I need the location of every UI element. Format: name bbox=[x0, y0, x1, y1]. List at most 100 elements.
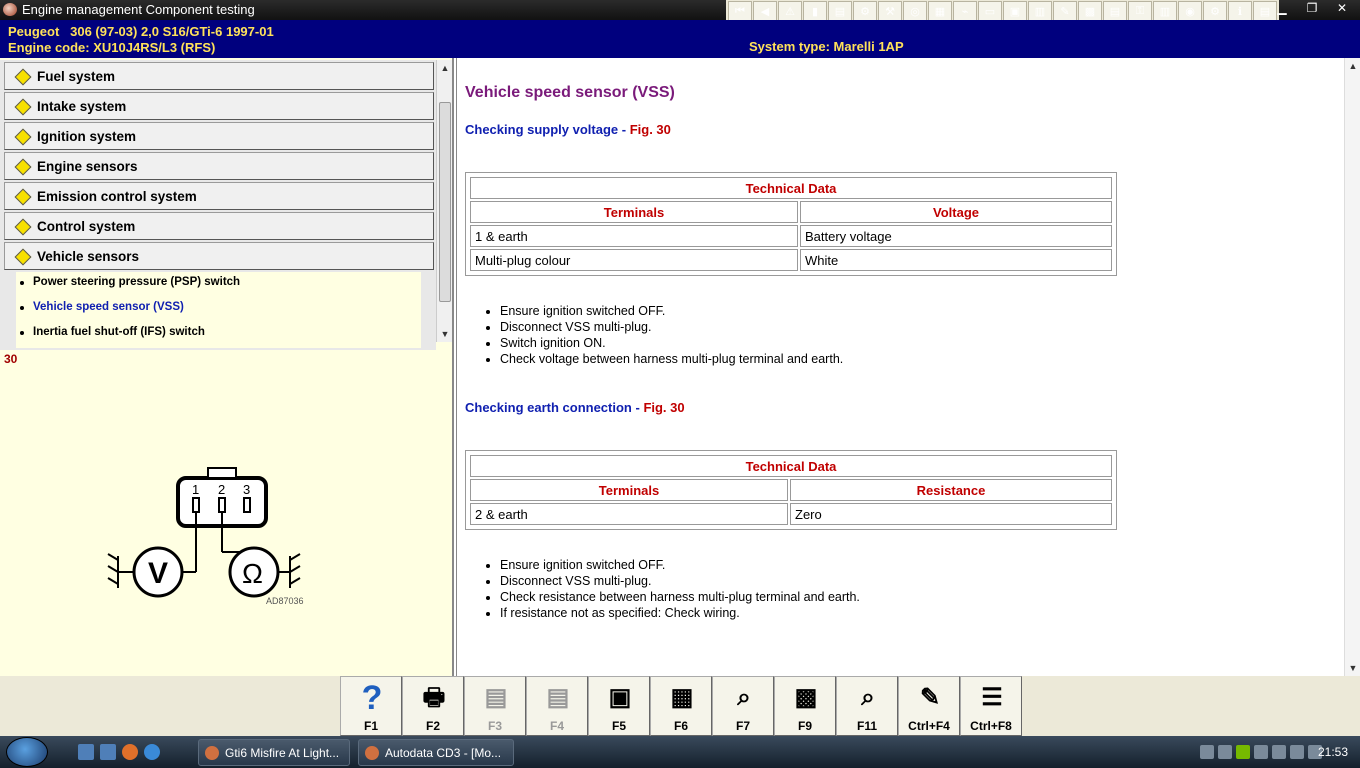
left-pane: Fuel system Intake system Ignition system E… bbox=[0, 58, 454, 676]
fkey-button[interactable]: ▣ F5 bbox=[588, 676, 650, 736]
connector-icon: ▦ bbox=[670, 684, 694, 711]
ecu-icon[interactable]: ▤ bbox=[1103, 1, 1127, 21]
nav-item[interactable]: Vehicle sensors bbox=[4, 242, 434, 270]
fuse-icon[interactable]: ▥ bbox=[1153, 1, 1177, 21]
column-header: Voltage bbox=[800, 201, 1112, 223]
fkey-label: Ctrl+F4 bbox=[908, 719, 950, 733]
engine-icon[interactable]: ▣ bbox=[1003, 1, 1027, 21]
key-icon[interactable]: ⚿ bbox=[1128, 1, 1152, 21]
fkey-button[interactable]: ▤ F3 bbox=[464, 676, 526, 736]
start-button[interactable] bbox=[6, 737, 48, 767]
print-setup-icon: ▤ bbox=[546, 684, 570, 711]
tray-app-icon[interactable] bbox=[1200, 745, 1214, 759]
relay-icon[interactable]: ▩ bbox=[1078, 1, 1102, 21]
nav-item[interactable]: Fuel system bbox=[4, 62, 434, 90]
taskbar-button-browser[interactable]: Gti6 Misfire At Light... bbox=[198, 739, 350, 766]
tools-icon[interactable]: ⚒ bbox=[878, 1, 902, 21]
first-icon[interactable]: ⏮ bbox=[728, 1, 752, 21]
fkey-label: F3 bbox=[487, 719, 502, 733]
table-cell: White bbox=[800, 249, 1112, 271]
content-title: Vehicle speed sensor (VSS) bbox=[465, 84, 675, 101]
warning-icon[interactable]: ⚠ bbox=[778, 1, 802, 21]
car-icon[interactable]: ▥ bbox=[1028, 1, 1052, 21]
zoom-icon: ⌕ bbox=[737, 684, 751, 711]
fkey-button[interactable]: ⌕ F11 bbox=[836, 676, 898, 736]
restore-icon[interactable]: ❐ bbox=[1298, 0, 1326, 16]
arrow-icon bbox=[14, 188, 32, 206]
chart-icon[interactable]: ▦ bbox=[928, 1, 952, 21]
firefox-icon[interactable] bbox=[122, 744, 138, 760]
tech-data-table: Technical Data Terminals Resistance 2 & e… bbox=[465, 450, 1117, 530]
gear-icon[interactable]: ⚙ bbox=[853, 1, 877, 21]
fkey-button[interactable]: ▤ F4 bbox=[526, 676, 588, 736]
sub-nav-item[interactable]: Inertia fuel shut-off (IFS) switch bbox=[16, 322, 421, 344]
tech-data-table: Technical Data Terminals Voltage 1 & eart… bbox=[465, 172, 1117, 276]
volume-icon[interactable] bbox=[1290, 745, 1304, 759]
list-item: Ensure ignition switched OFF. bbox=[500, 558, 860, 574]
fkey-button[interactable]: ▩ F9 bbox=[774, 676, 836, 736]
list-icon: ☰ bbox=[981, 684, 1003, 711]
window-title: Engine management Component testing bbox=[22, 2, 255, 17]
fkey-button[interactable]: ✎ Ctrl+F4 bbox=[898, 676, 960, 736]
close-icon[interactable]: ✕ bbox=[1328, 0, 1356, 16]
quick-launch bbox=[78, 744, 160, 760]
explorer-icon[interactable] bbox=[100, 744, 116, 760]
scroll-thumb[interactable] bbox=[439, 102, 451, 302]
fkey-label: F4 bbox=[549, 719, 564, 733]
settings-icon[interactable]: ⚙ bbox=[1203, 1, 1227, 21]
nav-item[interactable]: Ignition system bbox=[4, 122, 434, 150]
taskbar-button-autodata[interactable]: Autodata CD3 - [Mo... bbox=[358, 739, 514, 766]
fkey-button[interactable]: ? F1 bbox=[340, 676, 402, 736]
pen-icon[interactable]: ✎ bbox=[1053, 1, 1077, 21]
pin-label: 2 bbox=[218, 482, 225, 497]
battery-icon[interactable]: ▭ bbox=[978, 1, 1002, 21]
figure-code: AD87036 bbox=[266, 596, 304, 606]
desktop-icon[interactable] bbox=[78, 744, 94, 760]
info-icon[interactable]: ℹ bbox=[1228, 1, 1252, 21]
arrow-icon bbox=[14, 68, 32, 86]
book-icon[interactable]: ▮ bbox=[803, 1, 827, 21]
sub-nav-item[interactable]: Vehicle speed sensor (VSS) bbox=[16, 297, 421, 319]
wiring-icon[interactable]: ⌁ bbox=[953, 1, 977, 21]
nav-item[interactable]: Intake system bbox=[4, 92, 434, 120]
fkey-button[interactable]: ▦ F6 bbox=[650, 676, 712, 736]
prev-icon[interactable]: ◀ bbox=[753, 1, 777, 21]
system-type: System type: Marelli 1AP bbox=[749, 39, 904, 54]
figure-link[interactable]: Fig. 30 bbox=[630, 122, 671, 137]
scroll-up-icon[interactable]: ▲ bbox=[1345, 58, 1360, 74]
service-icon[interactable]: ▤ bbox=[828, 1, 852, 21]
table-cell: Multi-plug colour bbox=[470, 249, 798, 271]
nav-item[interactable]: Emission control system bbox=[4, 182, 434, 210]
content-scrollbar[interactable]: ▲ ▼ bbox=[1344, 58, 1360, 676]
disc-icon[interactable]: ◎ bbox=[903, 1, 927, 21]
nav-item[interactable]: Control system bbox=[4, 212, 434, 240]
ie-icon[interactable] bbox=[144, 744, 160, 760]
fkey-label: Ctrl+F8 bbox=[970, 719, 1012, 733]
scroll-up-icon[interactable]: ▲ bbox=[437, 60, 453, 76]
tray-app-icon[interactable] bbox=[1254, 745, 1268, 759]
nav-item[interactable]: Engine sensors bbox=[4, 152, 434, 180]
sub-nav-item[interactable]: Power steering pressure (PSP) switch bbox=[16, 272, 421, 294]
tyre-icon[interactable]: ◉ bbox=[1178, 1, 1202, 21]
bullet-icon bbox=[20, 331, 24, 335]
tray-app-icon[interactable] bbox=[1218, 745, 1232, 759]
clock[interactable]: 21:53 bbox=[1318, 745, 1348, 759]
scroll-down-icon[interactable]: ▼ bbox=[437, 326, 453, 342]
table-cell: Zero bbox=[790, 503, 1112, 525]
nav-item-label: Control system bbox=[37, 219, 136, 234]
nav-scrollbar[interactable]: ▲ ▼ bbox=[436, 60, 452, 342]
arrow-icon bbox=[14, 218, 32, 236]
scroll-down-icon[interactable]: ▼ bbox=[1345, 660, 1360, 676]
column-header: Terminals bbox=[470, 201, 798, 223]
list-item: Disconnect VSS multi-plug. bbox=[500, 574, 860, 590]
minimize-icon[interactable]: ▁ bbox=[1268, 0, 1296, 16]
figure-link[interactable]: Fig. 30 bbox=[643, 400, 684, 415]
fkey-button[interactable]: ⌕ F7 bbox=[712, 676, 774, 736]
bullet-icon bbox=[20, 306, 24, 310]
network-icon[interactable] bbox=[1272, 745, 1286, 759]
nvidia-icon[interactable] bbox=[1236, 745, 1250, 759]
fkey-button[interactable]: ☰ Ctrl+F8 bbox=[960, 676, 1022, 736]
section-heading: Checking earth connection - Fig. 30 bbox=[465, 400, 685, 415]
app-icon[interactable] bbox=[3, 3, 17, 16]
fkey-button[interactable]: 🖶 F2 bbox=[402, 676, 464, 736]
